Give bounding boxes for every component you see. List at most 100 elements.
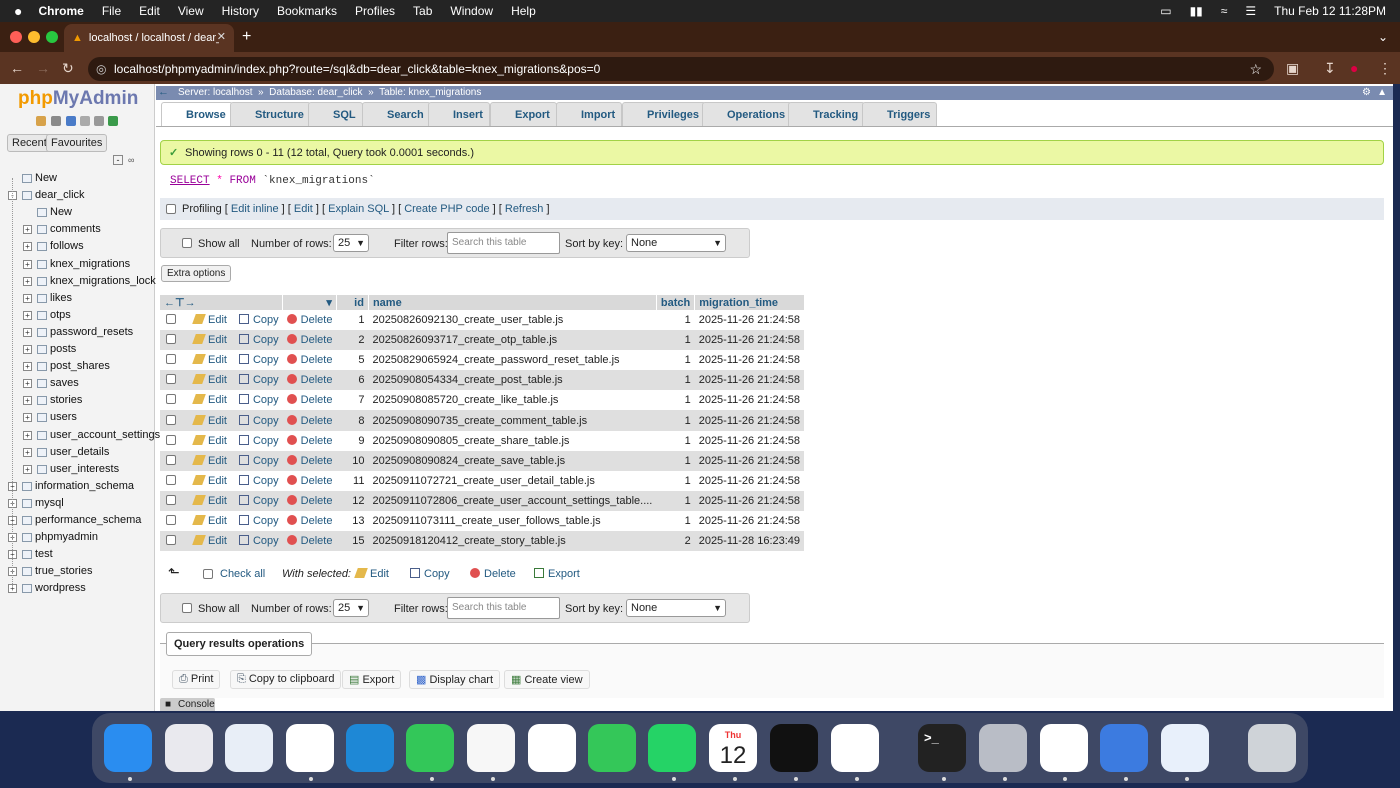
- number-of-rows-select[interactable]: 25 ▼: [333, 234, 369, 252]
- column-header-name[interactable]: name: [368, 295, 657, 310]
- expand-icon[interactable]: +: [23, 327, 32, 337]
- expand-icon[interactable]: +: [23, 259, 32, 269]
- row-edit-button[interactable]: Edit: [192, 514, 227, 527]
- copy-to-clipboard-button[interactable]: ⎘ Copy to clipboard: [230, 670, 342, 689]
- column-header-batch[interactable]: batch: [656, 295, 696, 310]
- row-copy-button[interactable]: Copy: [238, 334, 279, 346]
- row-checkbox[interactable]: [166, 454, 176, 465]
- tree-item-phpmyadmin[interactable]: phpmyadmin: [35, 529, 98, 545]
- row-checkbox[interactable]: [166, 314, 176, 325]
- link-refresh[interactable]: Refresh: [505, 203, 544, 215]
- reload-icon[interactable]: ↻: [62, 60, 74, 77]
- finder-icon[interactable]: [104, 724, 152, 772]
- menu-tab[interactable]: Tab: [413, 4, 432, 18]
- expand-icon[interactable]: +: [23, 310, 32, 320]
- row-edit-button[interactable]: Edit: [192, 394, 227, 406]
- tree-item-knex-migrations-lock[interactable]: knex_migrations_lock: [50, 273, 156, 289]
- close-tab-icon[interactable]: ✕: [217, 30, 226, 43]
- tree-item-knex-migrations[interactable]: knex_migrations: [50, 256, 130, 272]
- expand-icon[interactable]: +: [23, 396, 32, 406]
- tree-item-dear-click[interactable]: dear_click: [35, 187, 85, 203]
- sort-options-icon[interactable]: ▾: [282, 295, 337, 310]
- chrome-icon[interactable]: [286, 724, 334, 772]
- quicktime-icon[interactable]: [1161, 724, 1209, 772]
- tree-item-performance-schema[interactable]: performance_schema: [35, 512, 141, 528]
- tab-search[interactable]: Search: [362, 102, 431, 126]
- zoom-window-icon[interactable]: [46, 31, 58, 43]
- column-resize-icon[interactable]: ←⊤→: [160, 295, 284, 310]
- show-all-checkbox[interactable]: [182, 238, 192, 248]
- row-checkbox[interactable]: [166, 374, 176, 385]
- home-icon[interactable]: [36, 116, 46, 126]
- link-edit[interactable]: Edit: [294, 203, 313, 215]
- tree-item-password-resets[interactable]: password_resets: [50, 324, 133, 340]
- expand-icon[interactable]: +: [23, 225, 32, 235]
- row-delete-button[interactable]: Delete: [286, 494, 332, 507]
- phpmyadmin-logo[interactable]: phpMyAdmin: [18, 88, 138, 110]
- number-of-rows-select[interactable]: 25 ▼: [333, 599, 369, 617]
- sort-by-key-select[interactable]: None ▼: [626, 599, 726, 617]
- tab-browse[interactable]: Browse: [161, 102, 233, 126]
- row-checkbox[interactable]: [166, 494, 176, 505]
- trash-icon[interactable]: [1248, 724, 1296, 772]
- menu-edit[interactable]: Edit: [139, 4, 160, 18]
- reload-nav-icon[interactable]: [108, 116, 118, 126]
- row-checkbox[interactable]: [166, 414, 176, 425]
- table-row[interactable]: Edit Copy Delete 9 20250908090805_create_sha…: [160, 430, 805, 451]
- column-header-id[interactable]: id: [336, 295, 369, 310]
- sort-by-key-select[interactable]: None ▼: [626, 234, 726, 252]
- extensions-icon[interactable]: ▣: [1286, 60, 1299, 77]
- row-delete-button[interactable]: Delete: [286, 454, 332, 467]
- table-row[interactable]: Edit Copy Delete 5 20250829065924_create_pas…: [160, 350, 805, 371]
- bookmark-star-icon[interactable]: ☆: [1249, 57, 1262, 81]
- row-delete-button[interactable]: Delete: [286, 374, 332, 386]
- tree-item-otps[interactable]: otps: [50, 307, 71, 323]
- row-checkbox[interactable]: [166, 514, 176, 525]
- table-row[interactable]: Edit Copy Delete 13 20250911073111_create_us…: [160, 510, 805, 532]
- row-checkbox[interactable]: [166, 474, 176, 485]
- tree-item-user-account-settings[interactable]: user_account_settings: [50, 427, 160, 443]
- battery-icon[interactable]: ▮▮: [1190, 4, 1203, 18]
- row-copy-button[interactable]: Copy: [238, 394, 279, 406]
- row-copy-button[interactable]: Copy: [238, 454, 279, 467]
- check-all-label[interactable]: Check all: [220, 568, 265, 580]
- spotify-icon[interactable]: [770, 724, 818, 772]
- filter-rows-input[interactable]: Search this table: [447, 232, 560, 254]
- row-copy-button[interactable]: Copy: [238, 374, 279, 386]
- expand-icon[interactable]: +: [23, 293, 32, 303]
- row-delete-button[interactable]: Delete: [286, 354, 332, 366]
- tree-item-new[interactable]: New: [35, 170, 57, 186]
- column-header-migration-time[interactable]: migration_time: [694, 295, 805, 310]
- tree-item-user-details[interactable]: user_details: [50, 444, 109, 460]
- launchpad-icon[interactable]: [165, 724, 213, 772]
- link-edit-inline[interactable]: Edit inline: [231, 203, 279, 215]
- row-checkbox[interactable]: [166, 434, 176, 445]
- breadcrumb-database[interactable]: Database: dear_click: [269, 87, 362, 98]
- page-settings-icon[interactable]: ⚙: [1362, 86, 1371, 100]
- table-row[interactable]: Edit Copy Delete 2 20250826093717_create_otp…: [160, 330, 805, 351]
- row-delete-button[interactable]: Delete: [286, 334, 332, 346]
- tree-item-true-stories[interactable]: true_stories: [35, 563, 92, 579]
- menu-profiles[interactable]: Profiles: [355, 4, 395, 18]
- row-edit-button[interactable]: Edit: [192, 535, 227, 547]
- collapse-sidebar-icon[interactable]: ←: [158, 86, 169, 98]
- netflix-icon[interactable]: [528, 724, 576, 772]
- table-row[interactable]: Edit Copy Delete 12 20250911072806_create_us…: [160, 490, 805, 511]
- expand-icon[interactable]: +: [23, 464, 32, 474]
- tree-item-mysql[interactable]: mysql: [35, 495, 64, 511]
- calendar-icon[interactable]: Thu 12: [709, 724, 757, 772]
- show-all-checkbox[interactable]: [182, 603, 192, 613]
- safari-icon[interactable]: [225, 724, 273, 772]
- row-copy-button[interactable]: Copy: [238, 354, 279, 366]
- row-edit-button[interactable]: Edit: [192, 494, 227, 507]
- tree-item-information-schema[interactable]: information_schema: [35, 478, 134, 494]
- row-edit-button[interactable]: Edit: [192, 334, 227, 346]
- print-button[interactable]: ⎙ Print: [172, 670, 221, 689]
- tab-import[interactable]: Import: [556, 102, 623, 126]
- expand-icon[interactable]: +: [23, 447, 32, 457]
- tree-item-likes[interactable]: likes: [50, 290, 72, 306]
- row-delete-button[interactable]: Delete: [286, 394, 332, 406]
- bulk-export-button[interactable]: Export: [534, 568, 580, 580]
- row-checkbox[interactable]: [166, 354, 176, 365]
- row-edit-button[interactable]: Edit: [192, 414, 227, 427]
